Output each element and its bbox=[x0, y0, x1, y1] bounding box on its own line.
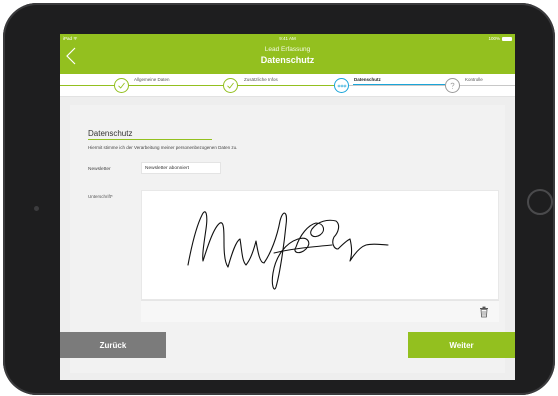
step-line bbox=[460, 85, 515, 86]
battery-icon bbox=[502, 36, 512, 41]
step-2-label[interactable]: Zusätzliche Infos bbox=[244, 77, 278, 82]
step-4-label[interactable]: Kontrolle bbox=[465, 77, 483, 82]
consent-text: Hiermit stimme ich der Verarbeitung mein… bbox=[88, 145, 238, 150]
signature-stroke bbox=[187, 211, 389, 290]
check-icon bbox=[227, 82, 234, 89]
step-1-circle[interactable] bbox=[114, 78, 129, 93]
question-icon bbox=[450, 82, 455, 89]
step-4-circle[interactable] bbox=[445, 78, 460, 93]
progress-stepper: Allgemeine Daten Zusätzliche Infos Daten… bbox=[60, 74, 515, 97]
step-2-circle[interactable] bbox=[223, 78, 238, 93]
next-button[interactable]: Weiter bbox=[408, 332, 515, 358]
signature-label: Unterschrift* bbox=[88, 194, 113, 199]
step-line bbox=[60, 85, 115, 86]
active-step-underline bbox=[353, 84, 445, 85]
step-line bbox=[129, 85, 223, 86]
signature-pad[interactable] bbox=[141, 190, 499, 300]
home-button[interactable] bbox=[527, 189, 553, 215]
camera-dot bbox=[34, 206, 39, 211]
trash-icon[interactable] bbox=[479, 306, 489, 318]
navigation-bar: iPad ᯤ 9:41 AM 100% Lead Erfassung Daten… bbox=[60, 34, 515, 74]
step-3-circle[interactable] bbox=[334, 78, 349, 93]
status-time: 9:41 AM bbox=[279, 36, 296, 41]
section-title: Datenschutz bbox=[88, 129, 133, 138]
step-line bbox=[349, 85, 445, 86]
app-screen: iPad ᯤ 9:41 AM 100% Lead Erfassung Daten… bbox=[60, 34, 515, 380]
step-line bbox=[238, 85, 334, 86]
newsletter-select[interactable]: Newsletter abonniert bbox=[141, 162, 221, 174]
battery-percent: 100% bbox=[488, 36, 500, 41]
dots-icon bbox=[337, 84, 346, 87]
section-divider bbox=[88, 139, 212, 140]
step-3-label[interactable]: Datenschutz bbox=[354, 77, 381, 82]
page-title: Datenschutz bbox=[260, 55, 315, 65]
back-button[interactable]: Zurück bbox=[60, 332, 166, 358]
ipad-frame: iPad ᯤ 9:41 AM 100% Lead Erfassung Daten… bbox=[3, 3, 555, 395]
status-battery: 100% bbox=[488, 36, 512, 41]
step-1-label[interactable]: Allgemeine Daten bbox=[134, 77, 170, 82]
check-icon bbox=[118, 82, 125, 89]
signature-toolbar bbox=[141, 300, 499, 322]
newsletter-label: Newsletter bbox=[88, 167, 111, 172]
header-subtitle: Lead Erfassung bbox=[264, 46, 311, 53]
